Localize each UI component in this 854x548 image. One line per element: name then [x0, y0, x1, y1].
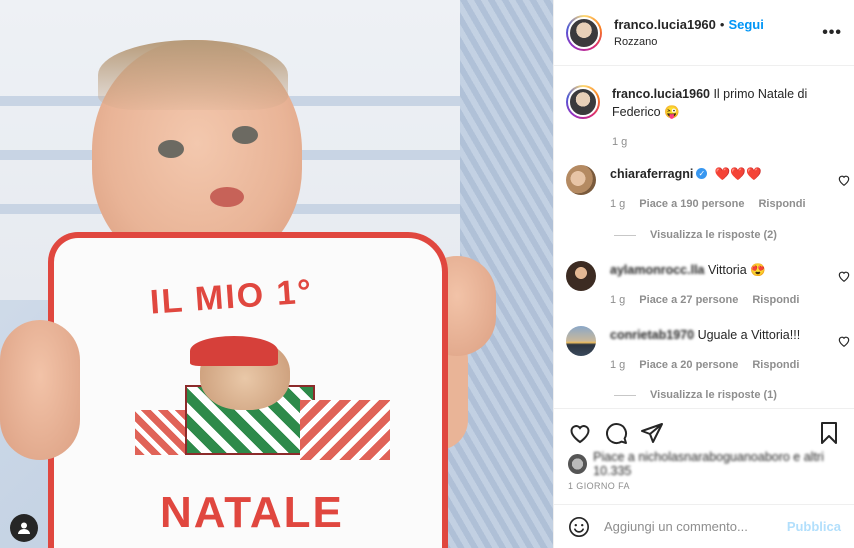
bib-bottom-text: NATALE	[160, 488, 344, 537]
reply-button[interactable]: Rispondi	[752, 291, 799, 309]
comment-text: ❤️❤️❤️	[714, 167, 762, 181]
like-comment-heart-icon[interactable]	[837, 173, 851, 187]
comment-likes[interactable]: Piace a 27 persone	[639, 291, 738, 309]
comment-time[interactable]: 1 g	[610, 291, 625, 309]
add-comment-bar: Aggiungi un commento... Pubblica	[554, 504, 854, 548]
comment-likes[interactable]: Piace a 190 persone	[639, 195, 744, 213]
baby-eye-left	[158, 140, 184, 158]
comment-time[interactable]: 1 g	[610, 356, 625, 374]
comment-text: Uguale a Vittoria!!!	[697, 328, 801, 342]
comment-item: conrietab1970 Uguale a Vittoria!!! 1 g P…	[554, 326, 854, 374]
view-replies-link[interactable]: Visualizza le risposte (2)	[614, 229, 777, 241]
emoji-icon[interactable]	[568, 516, 590, 538]
comment-item: chiaraferragni ✓ ❤️❤️❤️ 1 g Piace a 190 p…	[554, 165, 854, 213]
view-replies-link[interactable]: Visualizza le risposte (1)	[614, 389, 777, 401]
post-location[interactable]: Rozzano	[614, 36, 822, 48]
gift-box-right	[300, 400, 390, 460]
comment-text: Vittoria 😍	[707, 263, 766, 277]
replies-line	[614, 234, 636, 236]
post-header: franco.lucia1960 • Segui Rozzano •••	[554, 0, 854, 66]
share-paper-plane-icon[interactable]	[640, 421, 664, 445]
baby-arm-left	[0, 320, 80, 460]
reply-button[interactable]: Rispondi	[758, 195, 805, 213]
baby-eye-right	[232, 126, 258, 144]
commenter-avatar[interactable]	[566, 326, 596, 356]
view-replies-label: Visualizza le risposte (1)	[650, 389, 777, 401]
likes-summary[interactable]: Piace a nicholasnaraboguanoaboro e altri…	[568, 450, 854, 478]
comment-input[interactable]: Aggiungi un commento...	[604, 519, 787, 534]
publish-button[interactable]: Pubblica	[787, 519, 841, 534]
baby-mouth	[210, 187, 244, 207]
commenter-username[interactable]: aylamonrocc.lla	[610, 263, 705, 277]
post-sidebar: franco.lucia1960 • Segui Rozzano ••• fra…	[553, 0, 854, 548]
replies-line	[614, 394, 636, 396]
comments-list[interactable]: franco.lucia1960 Il primo Natale di Fede…	[554, 67, 854, 407]
santa-hat	[190, 336, 278, 366]
save-bookmark-icon[interactable]	[817, 421, 841, 445]
follow-button[interactable]: Segui	[728, 17, 763, 32]
separator: •	[719, 17, 725, 32]
caption-avatar[interactable]	[566, 85, 600, 119]
verified-badge-icon: ✓	[696, 168, 708, 180]
author-avatar[interactable]	[566, 14, 602, 51]
comment-time[interactable]: 1 g	[610, 195, 625, 213]
caption-username[interactable]: franco.lucia1960	[612, 87, 710, 101]
likes-text[interactable]: Piace a nicholasnaraboguanoaboro e altri…	[593, 450, 854, 478]
commenter-username[interactable]: conrietab1970	[610, 328, 694, 342]
post-photo[interactable]: IL MIO 1° NATALE	[0, 0, 553, 548]
tagged-user-icon[interactable]	[10, 514, 38, 542]
like-comment-heart-icon[interactable]	[837, 269, 851, 283]
comment-bubble-icon[interactable]	[604, 421, 628, 445]
author-username[interactable]: franco.lucia1960	[614, 17, 716, 32]
like-heart-icon[interactable]	[568, 421, 592, 445]
view-replies-label: Visualizza le risposte (2)	[650, 229, 777, 241]
comment-item: aylamonrocc.lla Vittoria 😍 1 g Piace a 2…	[554, 261, 854, 309]
like-comment-heart-icon[interactable]	[837, 334, 851, 348]
post-timestamp[interactable]: 1 GIORNO FA	[568, 481, 630, 491]
post-modal: IL MIO 1° NATALE franco.lucia1960 • Segu…	[0, 0, 854, 548]
liker-avatar[interactable]	[568, 454, 588, 474]
baby-hair	[98, 40, 288, 110]
caption: franco.lucia1960 Il primo Natale di Fede…	[554, 85, 854, 151]
action-bar	[554, 408, 854, 456]
caption-time[interactable]: 1 g	[612, 133, 627, 151]
reply-button[interactable]: Rispondi	[752, 356, 799, 374]
commenter-username[interactable]: chiaraferragni	[610, 167, 693, 181]
commenter-avatar[interactable]	[566, 165, 596, 195]
avatar-image	[568, 16, 600, 49]
more-options-icon[interactable]: •••	[822, 24, 842, 42]
avatar-image	[568, 87, 598, 117]
commenter-avatar[interactable]	[566, 261, 596, 291]
comment-likes[interactable]: Piace a 20 persone	[639, 356, 738, 374]
